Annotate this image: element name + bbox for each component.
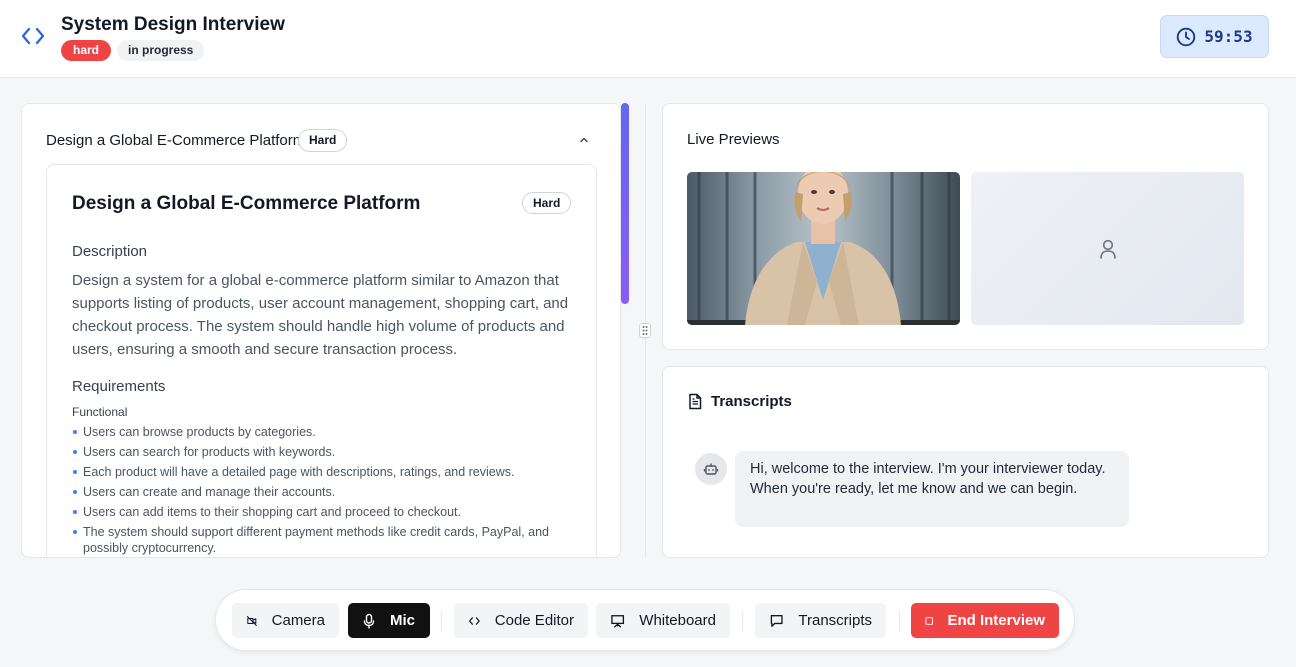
list-item: Users can search for products with keywo…: [72, 444, 572, 460]
description-heading: Description: [72, 243, 148, 260]
interviewer-portrait: [687, 172, 960, 325]
bot-icon: [703, 463, 719, 475]
camera-label: Camera: [271, 612, 325, 629]
transcripts-title: Transcripts: [711, 393, 792, 410]
previews-title: Live Previews: [687, 131, 780, 148]
functional-requirements-list: Users can browse products by categories.…: [72, 424, 572, 557]
end-interview-button[interactable]: End Interview: [911, 603, 1059, 638]
transcripts-button[interactable]: Transcripts: [755, 603, 886, 638]
list-item: The system should support different paym…: [72, 524, 572, 556]
message-icon: [770, 614, 783, 627]
requirements-heading: Requirements: [72, 378, 166, 395]
problem-header-title: Design a Global E-Commerce Platform: [46, 132, 306, 149]
user-icon: [1099, 239, 1116, 259]
interviewer-video: [687, 172, 960, 325]
transcripts-panel: Transcripts Hi, welcome to the interview…: [662, 366, 1269, 558]
avatar: [695, 453, 727, 485]
toolbar-divider: [742, 611, 743, 631]
microphone-icon: [363, 613, 375, 629]
clock-icon: [1177, 27, 1196, 46]
mic-button[interactable]: Mic: [348, 603, 430, 638]
whiteboard-icon: [611, 614, 625, 627]
problem-card: Design a Global E-Commerce Platform Hard…: [46, 164, 597, 557]
end-interview-label: End Interview: [947, 612, 1045, 629]
problem-header-badge: Hard: [298, 129, 348, 152]
stop-icon: [925, 616, 934, 625]
timer: 59:53: [1160, 15, 1269, 58]
document-icon: [689, 393, 702, 410]
code-icon: [468, 616, 480, 625]
code-editor-button[interactable]: Code Editor: [454, 603, 588, 638]
live-previews-panel: Live Previews: [662, 103, 1269, 350]
user-video: [971, 172, 1244, 325]
resize-handle[interactable]: [639, 323, 651, 338]
problem-title: Design a Global E-Commerce Platform: [72, 193, 421, 214]
camera-off-icon: [246, 615, 257, 626]
chat-message: Hi, welcome to the interview. I'm your i…: [735, 451, 1129, 527]
list-item: Users can create and manage their accoun…: [72, 484, 572, 500]
list-item: Each product will have a detailed page w…: [72, 464, 572, 480]
problem-difficulty-badge: Hard: [522, 192, 572, 214]
code-editor-label: Code Editor: [494, 612, 574, 629]
mic-label: Mic: [390, 612, 416, 629]
camera-button[interactable]: Camera: [232, 603, 339, 638]
code-icon: [21, 27, 45, 45]
whiteboard-button[interactable]: Whiteboard: [596, 603, 730, 638]
functional-label: Functional: [72, 405, 128, 419]
grip-icon: [642, 326, 648, 335]
page-title: System Design Interview: [61, 14, 285, 35]
problem-description: Design a system for a global e-commerce …: [72, 272, 569, 358]
difficulty-badge: hard: [61, 40, 112, 61]
chevron-up-icon[interactable]: [578, 135, 590, 145]
timer-value: 59:53: [1204, 27, 1253, 46]
list-item: Users can add items to their shopping ca…: [72, 504, 572, 520]
control-toolbar: Camera Mic Code Editor Whiteboard Transc…: [215, 589, 1075, 651]
problem-panel: Design a Global E-Commerce Platform Hard…: [21, 103, 621, 558]
app-header: System Design Interview hard in progress…: [0, 0, 1296, 78]
transcripts-label: Transcripts: [798, 612, 872, 629]
toolbar-divider: [899, 611, 900, 631]
status-badge: in progress: [117, 40, 205, 61]
list-item: Users can browse products by categories.: [72, 424, 572, 440]
whiteboard-label: Whiteboard: [639, 612, 716, 629]
toolbar-divider: [441, 611, 442, 631]
scrollbar-thumb[interactable]: [621, 103, 629, 304]
